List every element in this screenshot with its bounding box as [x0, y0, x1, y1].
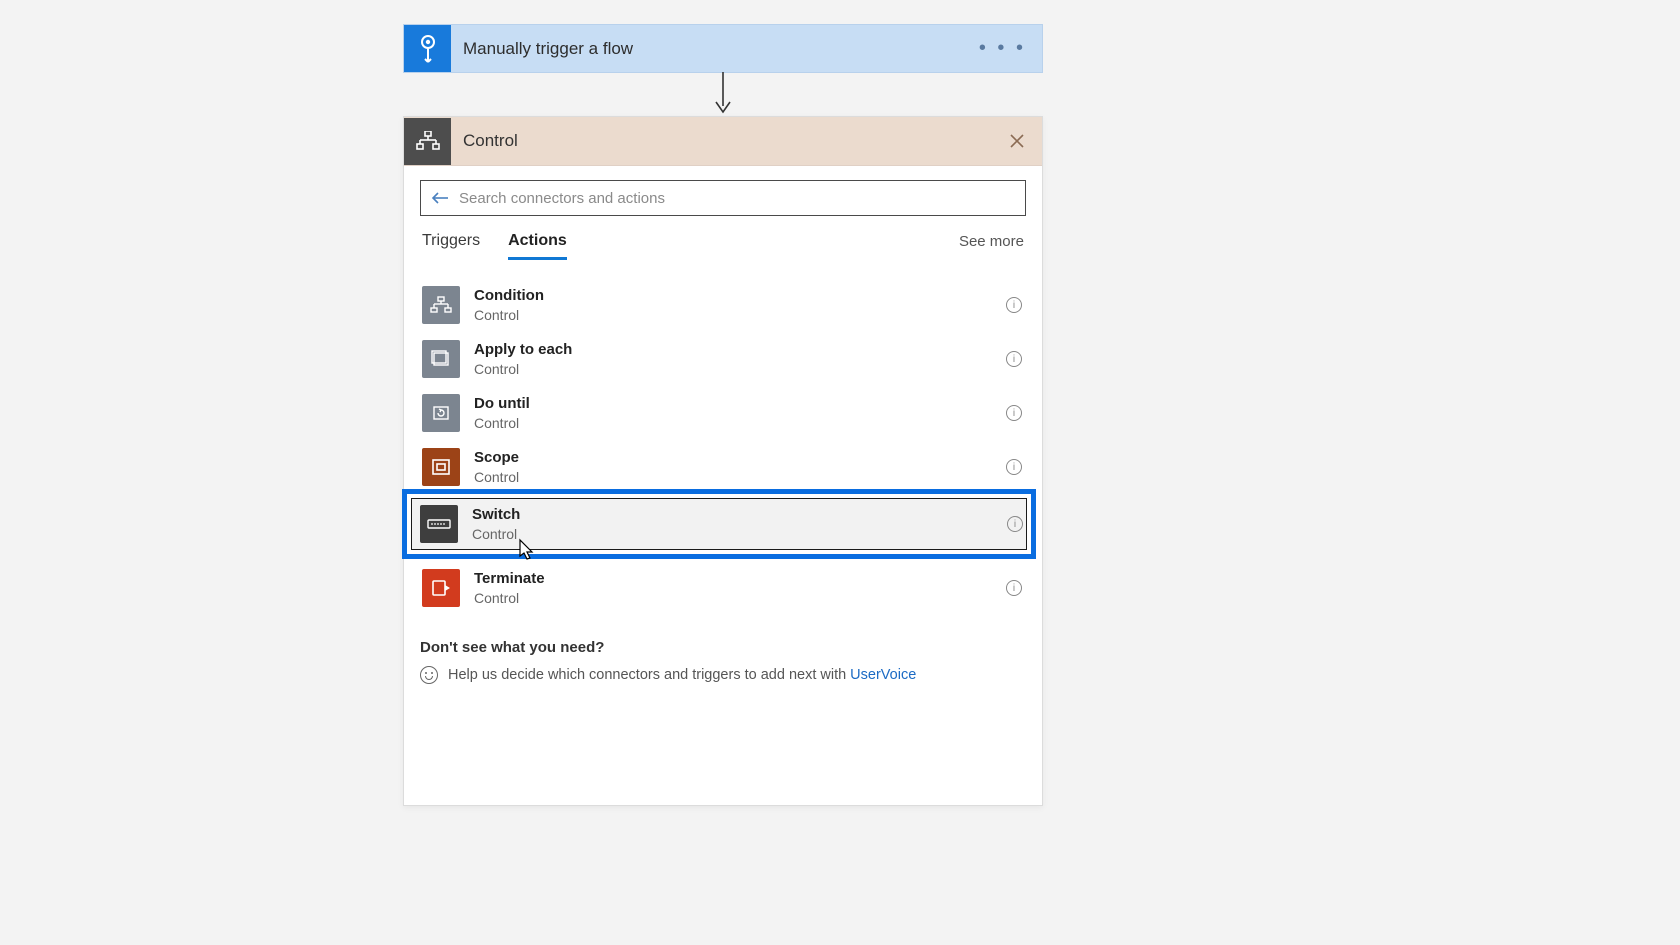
action-subtitle: Control	[474, 415, 1006, 431]
action-subtitle: Control	[474, 469, 1006, 485]
tab-actions[interactable]: Actions	[508, 232, 567, 260]
action-title: Scope	[474, 449, 1006, 467]
search-box	[420, 180, 1026, 216]
action-title: Condition	[474, 287, 1006, 305]
action-subtitle: Control	[474, 307, 1006, 323]
action-apply-to-each[interactable]: Apply to each Controli	[420, 332, 1026, 386]
apply-to-each-icon	[422, 340, 460, 378]
trigger-more-button[interactable]: • • •	[979, 37, 1042, 60]
do-until-icon	[422, 394, 460, 432]
terminate-icon	[422, 569, 460, 607]
help-block: Don't see what you need? Help us decide …	[420, 639, 1026, 684]
info-icon[interactable]: i	[1006, 459, 1022, 475]
close-button[interactable]	[996, 120, 1038, 162]
trigger-card[interactable]: Manually trigger a flow • • •	[403, 24, 1043, 73]
flow-arrow-icon	[709, 72, 737, 116]
info-icon[interactable]: i	[1006, 580, 1022, 596]
action-text: Scope Control	[474, 449, 1006, 485]
tab-triggers[interactable]: Triggers	[422, 232, 480, 260]
switch-icon	[420, 505, 458, 543]
info-icon[interactable]: i	[1007, 516, 1023, 532]
action-title: Terminate	[474, 570, 1006, 588]
highlight-box: Switch Controli	[402, 489, 1036, 559]
actions-list: ConditionControliApply to eachControliDo…	[420, 278, 1026, 615]
action-subtitle: Control	[474, 361, 1006, 377]
action-condition[interactable]: Condition Controli	[420, 278, 1026, 332]
manual-trigger-icon	[404, 25, 451, 72]
help-line: Help us decide which connectors and trig…	[420, 666, 1026, 684]
tabs-row: Triggers Actions See more	[420, 232, 1026, 260]
action-scope[interactable]: Scope Controli	[420, 440, 1026, 494]
arrow-left-icon	[431, 191, 449, 205]
action-title: Switch	[472, 506, 1020, 524]
action-do-until[interactable]: Do until Controli	[420, 386, 1026, 440]
action-text: Condition Control	[474, 287, 1006, 323]
highlight-inner: Switch Control	[411, 498, 1027, 550]
uservoice-link[interactable]: UserVoice	[850, 667, 916, 683]
info-icon[interactable]: i	[1006, 297, 1022, 313]
control-icon	[404, 118, 451, 165]
action-text: Do until Control	[474, 395, 1006, 431]
trigger-label: Manually trigger a flow	[451, 39, 979, 59]
action-text: Terminate Control	[474, 570, 1006, 606]
action-text: Apply to each Control	[474, 341, 1006, 377]
action-switch[interactable]: Switch Control	[412, 499, 1026, 549]
back-button[interactable]	[431, 191, 449, 205]
scope-icon	[422, 448, 460, 486]
action-terminate[interactable]: Terminate Controli	[420, 561, 1026, 615]
help-text: Help us decide which connectors and trig…	[448, 667, 846, 683]
info-icon[interactable]: i	[1006, 351, 1022, 367]
action-subtitle: Control	[474, 590, 1006, 606]
action-text: Switch Control	[472, 506, 1020, 542]
close-icon	[1009, 133, 1025, 149]
see-more-link[interactable]: See more	[959, 233, 1024, 260]
smile-icon	[420, 666, 438, 684]
control-panel: Control Trigger	[403, 116, 1043, 806]
help-question: Don't see what you need?	[420, 639, 1026, 656]
condition-icon	[422, 286, 460, 324]
panel-title: Control	[451, 131, 996, 151]
action-subtitle: Control	[472, 526, 1020, 542]
action-title: Do until	[474, 395, 1006, 413]
action-title: Apply to each	[474, 341, 1006, 359]
info-icon[interactable]: i	[1006, 405, 1022, 421]
search-input[interactable]	[459, 190, 1015, 207]
panel-header: Control	[404, 117, 1042, 166]
